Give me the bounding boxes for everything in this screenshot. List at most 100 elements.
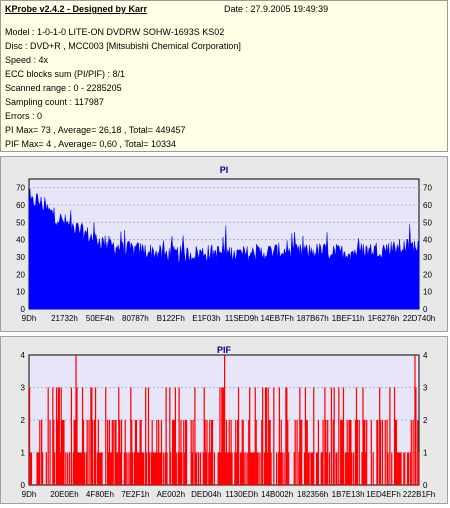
x-tick-label: 1F6276h [368,314,400,323]
pif-bar [185,420,188,485]
pif-bar [294,420,296,485]
pif-bar [276,452,278,485]
x-tick-label: 14B002h [261,490,293,499]
pif-bar [389,387,391,485]
pif-bar [162,452,164,485]
y-tick-label-right: 2 [423,416,428,425]
pif-bar [70,387,73,485]
x-tick-label: 1BEF11h [332,314,365,323]
info-line-ecc: ECC blocks sum (PI/PIF) : 8/1 [5,69,126,79]
pif-bar [333,387,335,485]
x-tick-label: 1130EDh [225,490,258,499]
scan-date: Date : 27.9.2005 19:49:39 [224,4,329,14]
pif-bar [192,420,194,485]
y-tick-label-left: 4 [21,351,26,360]
pif-bar [170,452,172,485]
pif-bar [42,452,44,485]
pif-bar [380,420,382,485]
info-panel: KProbe v2.4.2 - Designed by Karr Date : … [0,0,448,152]
pif-bar [387,452,389,485]
pif-bar [372,452,374,485]
pif-bar [270,452,272,485]
y-tick-label-right: 4 [423,351,428,360]
pif-bar [101,452,103,485]
pif-bar [327,420,329,485]
x-tick-label: 20E0Eh [50,490,78,499]
pif-bar [281,452,283,485]
pif-bar [377,420,379,485]
pif-bar [68,452,71,485]
y-tick-label-right: 20 [423,270,432,279]
pif-bar [407,452,410,485]
x-tick-label: B122Fh [157,314,185,323]
y-tick-label-right: 0 [423,305,428,314]
info-line-model: Model : 1-0-1-0 LITE-ON DVDRW SOHW-1693S… [5,27,225,37]
pif-bar [328,452,331,485]
y-tick-label-right: 40 [423,236,432,245]
x-tick-label: 50EF4h [86,314,114,323]
pif-bar [30,452,33,485]
pif-bar [296,420,298,485]
y-tick-label-right: 1 [423,449,428,458]
pi-chart: PI 0 0 10 10 20 20 30 30 40 40 50 50 60 60 70 70 9Dh 21732… [16,165,435,323]
pif-bar [132,452,134,485]
info-line-sampling-count: Sampling count : 117987 [5,97,104,107]
pif-chart: PIF 0 0 1 1 2 2 3 3 4 4 9Dh 20E0Eh 4F80Eh 7E2F1h AE002h… [21,345,436,499]
pif-bar [317,420,320,485]
info-line-errors: Errors : 0 [5,111,43,121]
pif-bar [88,420,90,485]
pif-bar [146,452,148,485]
pif-bar [94,387,97,485]
x-tick-label: 187B67h [297,314,329,323]
pif-bar [160,420,163,485]
x-tick-label: 1B7E13h [332,490,365,499]
pif-bar [404,452,406,485]
x-tick-label: 9Dh [22,314,37,323]
chart-title: PI [220,165,229,175]
pif-bar [237,387,240,485]
pif-bar [301,420,303,485]
pif-bar [213,452,216,485]
pif-bar [400,452,402,485]
pif-bar [410,420,412,485]
pif-bar [412,420,414,485]
pif-chart-panel: PIF 0 0 1 1 2 2 3 3 4 4 9Dh 20E0Eh 4F80Eh 7E2F1h AE002h… [0,336,448,504]
pif-bar [330,387,333,485]
info-line-pif-stats: PIF Max= 4 , Average= 0,60 , Total= 1033… [5,139,177,149]
pif-bar [175,452,177,485]
pif-bar [67,452,69,485]
pif-bar [206,420,208,485]
pif-bar [259,452,261,485]
info-line-scanned-range: Scanned range : 0 - 2285205 [5,83,122,93]
x-tick-label: 14EB7Fh [261,314,294,323]
pif-bar [313,387,315,485]
app-title: KProbe v2.4.2 - Designed by Karr [5,4,148,14]
pif-bar [418,452,420,485]
y-tick-label-right: 50 [423,218,432,227]
y-tick-label-left: 0 [21,481,26,490]
info-line-disc: Disc : DVD+R , MCC003 [Mitsubishi Chemic… [5,41,241,51]
x-tick-label: 22D740h [403,314,435,323]
y-tick-label-left: 10 [16,288,25,297]
pif-bar [211,420,214,485]
x-tick-label: 1ED4EFh [366,490,401,499]
y-tick-label-left: 2 [21,416,26,425]
pif-bar [370,420,372,485]
pif-bar [45,452,47,485]
pif-bar [65,452,67,485]
y-tick-label-left: 0 [21,305,26,314]
x-tick-label: DED04h [191,490,221,499]
pi-chart-panel: PI 0 0 10 10 20 20 30 30 40 40 50 50 60 60 70 70 9Dh 21732… [0,156,448,332]
pif-bar [342,387,345,485]
pif-bar [127,452,129,485]
pif-bar [262,387,264,485]
y-tick-label-left: 50 [16,218,25,227]
y-tick-label-right: 60 [423,201,432,210]
y-tick-label-left: 70 [16,184,25,193]
pif-bar [86,420,88,485]
pif-bar [415,387,417,485]
pif-bar [384,420,386,485]
pif-bar [63,420,65,485]
pif-bar [358,420,360,485]
pif-bar [83,452,86,485]
